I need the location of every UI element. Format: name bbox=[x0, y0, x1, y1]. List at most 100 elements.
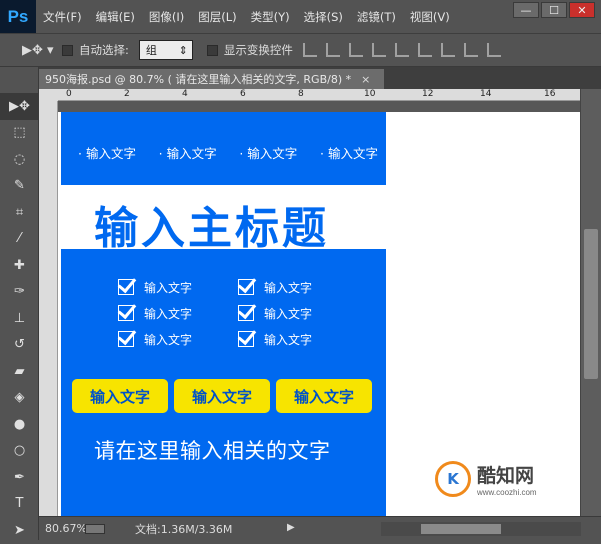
status-preview-icon[interactable] bbox=[85, 523, 105, 534]
distribute-top-icon[interactable] bbox=[440, 43, 455, 57]
ruler-label: 8 bbox=[298, 89, 304, 99]
align-top-icon[interactable] bbox=[302, 43, 317, 57]
tool-preset-picker[interactable]: ▶✥ ▾ bbox=[22, 43, 62, 58]
distribute-bottom-icon[interactable] bbox=[486, 43, 501, 57]
align-vcenter-icon[interactable] bbox=[325, 43, 340, 57]
ruler-label: 12 bbox=[422, 89, 434, 99]
poster-yellow-button: 输入文字 bbox=[72, 379, 168, 413]
checkmark-icon bbox=[238, 331, 254, 347]
options-bar: ▶✥ ▾ 自动选择: 组 ⇕ 显示变换控件 bbox=[0, 33, 601, 67]
history-brush-tool-icon[interactable]: ↺ bbox=[0, 332, 39, 359]
zoom-level[interactable]: 80.67% bbox=[39, 522, 87, 535]
show-transform-label: 显示变换控件 bbox=[223, 43, 293, 57]
menu-layer[interactable]: 图层(L) bbox=[191, 9, 243, 25]
checkmark-icon bbox=[238, 305, 254, 321]
align-bottom-icon[interactable] bbox=[348, 43, 363, 57]
toolbox: ▶✥ ⬚ ◌ ✎ ⌗ ⁄ ✚ ✑ ⊥ ↺ ▰ ◈ ● ○ ✒ T ➤ bbox=[0, 67, 39, 540]
checkmark-icon bbox=[118, 331, 134, 347]
checkmark-icon bbox=[118, 279, 134, 295]
check-item-label: 输入文字 bbox=[144, 332, 193, 347]
menu-image[interactable]: 图像(I) bbox=[142, 9, 191, 25]
align-left-icon[interactable] bbox=[371, 43, 386, 57]
check-item-label: 输入文字 bbox=[264, 306, 313, 321]
auto-select-label: 自动选择: bbox=[79, 43, 129, 57]
brush-tool-icon[interactable]: ✑ bbox=[0, 279, 39, 306]
poster-top-item: · 输入文字 bbox=[239, 146, 298, 161]
check-item: 输入文字 bbox=[238, 274, 312, 300]
watermark-url: www.coozhi.com bbox=[477, 488, 537, 497]
watermark: K 酷知网 www.coozhi.com bbox=[435, 461, 537, 497]
show-transform-checkbox[interactable] bbox=[206, 44, 218, 56]
ruler-label: 4 bbox=[182, 89, 188, 99]
horizontal-scrollbar[interactable] bbox=[381, 522, 581, 536]
checkmark-icon bbox=[118, 305, 134, 321]
maximize-button[interactable]: ☐ bbox=[541, 2, 567, 18]
healing-tool-icon[interactable]: ✚ bbox=[0, 252, 39, 279]
status-menu-arrow-icon[interactable]: ▶ bbox=[287, 522, 295, 533]
auto-select-value: 组 bbox=[145, 44, 157, 57]
check-item: 输入文字 bbox=[118, 274, 192, 300]
check-item: 输入文字 bbox=[118, 300, 192, 326]
marquee-tool-icon[interactable]: ⬚ bbox=[0, 120, 39, 147]
menu-type[interactable]: 类型(Y) bbox=[244, 9, 297, 25]
ruler-top: 0 2 4 6 8 10 12 14 16 bbox=[58, 89, 588, 101]
dodge-tool-icon[interactable]: ○ bbox=[0, 438, 39, 465]
eraser-tool-icon[interactable]: ▰ bbox=[0, 358, 39, 385]
check-item-label: 输入文字 bbox=[264, 280, 313, 295]
ruler-left bbox=[39, 101, 58, 516]
menu-select[interactable]: 选择(S) bbox=[297, 9, 350, 25]
check-item: 输入文字 bbox=[118, 326, 192, 352]
menu-edit[interactable]: 编辑(E) bbox=[89, 9, 142, 25]
align-right-icon[interactable] bbox=[417, 43, 432, 57]
paint-bucket-tool-icon[interactable]: ◈ bbox=[0, 385, 39, 412]
pen-tool-icon[interactable]: ✒ bbox=[0, 464, 39, 491]
check-list-left: 输入文字 输入文字 输入文字 bbox=[118, 274, 192, 352]
align-hcenter-icon[interactable] bbox=[394, 43, 409, 57]
ruler-label: 6 bbox=[240, 89, 246, 99]
poster-top-item: · 输入文字 bbox=[78, 146, 136, 161]
close-button[interactable]: ✕ bbox=[569, 2, 595, 18]
canvas-workspace[interactable]: · 输入文字 · 输入文字 · 输入文字 · 输入文字 输入主标题 输入文字 输… bbox=[58, 101, 580, 516]
toolbox-spacer bbox=[0, 67, 38, 93]
poster-top-item: · 输入文字 bbox=[320, 146, 378, 161]
check-item: 输入文字 bbox=[238, 326, 312, 352]
document-canvas[interactable]: · 输入文字 · 输入文字 · 输入文字 · 输入文字 输入主标题 输入文字 输… bbox=[58, 112, 580, 516]
coozhi-logo-icon: K bbox=[435, 461, 471, 497]
minimize-button[interactable]: — bbox=[513, 2, 539, 18]
menu-filter[interactable]: 滤镜(T) bbox=[350, 9, 403, 25]
check-item-label: 输入文字 bbox=[264, 332, 313, 347]
distribute-vcenter-icon[interactable] bbox=[463, 43, 478, 57]
close-tab-icon[interactable]: × bbox=[361, 73, 370, 86]
window-controls: — ☐ ✕ bbox=[511, 2, 595, 18]
auto-select-checkbox[interactable] bbox=[62, 44, 73, 56]
menu-view[interactable]: 视图(V) bbox=[403, 9, 457, 25]
horizontal-scroll-thumb[interactable] bbox=[421, 524, 501, 534]
lasso-tool-icon[interactable]: ◌ bbox=[0, 146, 39, 173]
stamp-tool-icon[interactable]: ⊥ bbox=[0, 305, 39, 332]
menu-file[interactable]: 文件(F) bbox=[36, 9, 89, 25]
ruler-label: 14 bbox=[480, 89, 492, 99]
quick-select-tool-icon[interactable]: ✎ bbox=[0, 173, 39, 200]
poster-yellow-button: 输入文字 bbox=[276, 379, 372, 413]
poster-button-row: 输入文字 输入文字 输入文字 bbox=[72, 379, 372, 413]
eyedropper-tool-icon[interactable]: ⁄ bbox=[0, 226, 39, 253]
vertical-scrollbar[interactable] bbox=[580, 89, 601, 516]
ruler-label: 16 bbox=[544, 89, 556, 99]
blur-tool-icon[interactable]: ● bbox=[0, 411, 39, 438]
ruler-label: 10 bbox=[364, 89, 376, 99]
type-tool-icon[interactable]: T bbox=[0, 491, 39, 518]
auto-select-dropdown[interactable]: 组 ⇕ bbox=[138, 40, 193, 60]
crop-tool-icon[interactable]: ⌗ bbox=[0, 199, 39, 226]
move-tool-icon[interactable]: ▶✥ bbox=[0, 93, 39, 120]
ruler-label: 2 bbox=[124, 89, 130, 99]
poster-yellow-button: 输入文字 bbox=[174, 379, 270, 413]
photoshop-logo: Ps bbox=[0, 0, 36, 33]
vertical-scroll-thumb[interactable] bbox=[584, 229, 598, 379]
document-tab-bar: 950海报.psd @ 80.7% ( 请在这里输入相关的文字, RGB/8) … bbox=[39, 67, 601, 89]
menu-bar: Ps 文件(F) 编辑(E) 图像(I) 图层(L) 类型(Y) 选择(S) 滤… bbox=[0, 0, 601, 33]
document-tab[interactable]: 950海报.psd @ 80.7% ( 请在这里输入相关的文字, RGB/8) … bbox=[39, 69, 384, 89]
watermark-text: 酷知网 www.coozhi.com bbox=[477, 461, 537, 497]
poster-top-items: · 输入文字 · 输入文字 · 输入文字 · 输入文字 bbox=[78, 143, 378, 162]
check-item: 输入文字 bbox=[238, 300, 312, 326]
chevron-updown-icon: ⇕ bbox=[178, 43, 188, 57]
